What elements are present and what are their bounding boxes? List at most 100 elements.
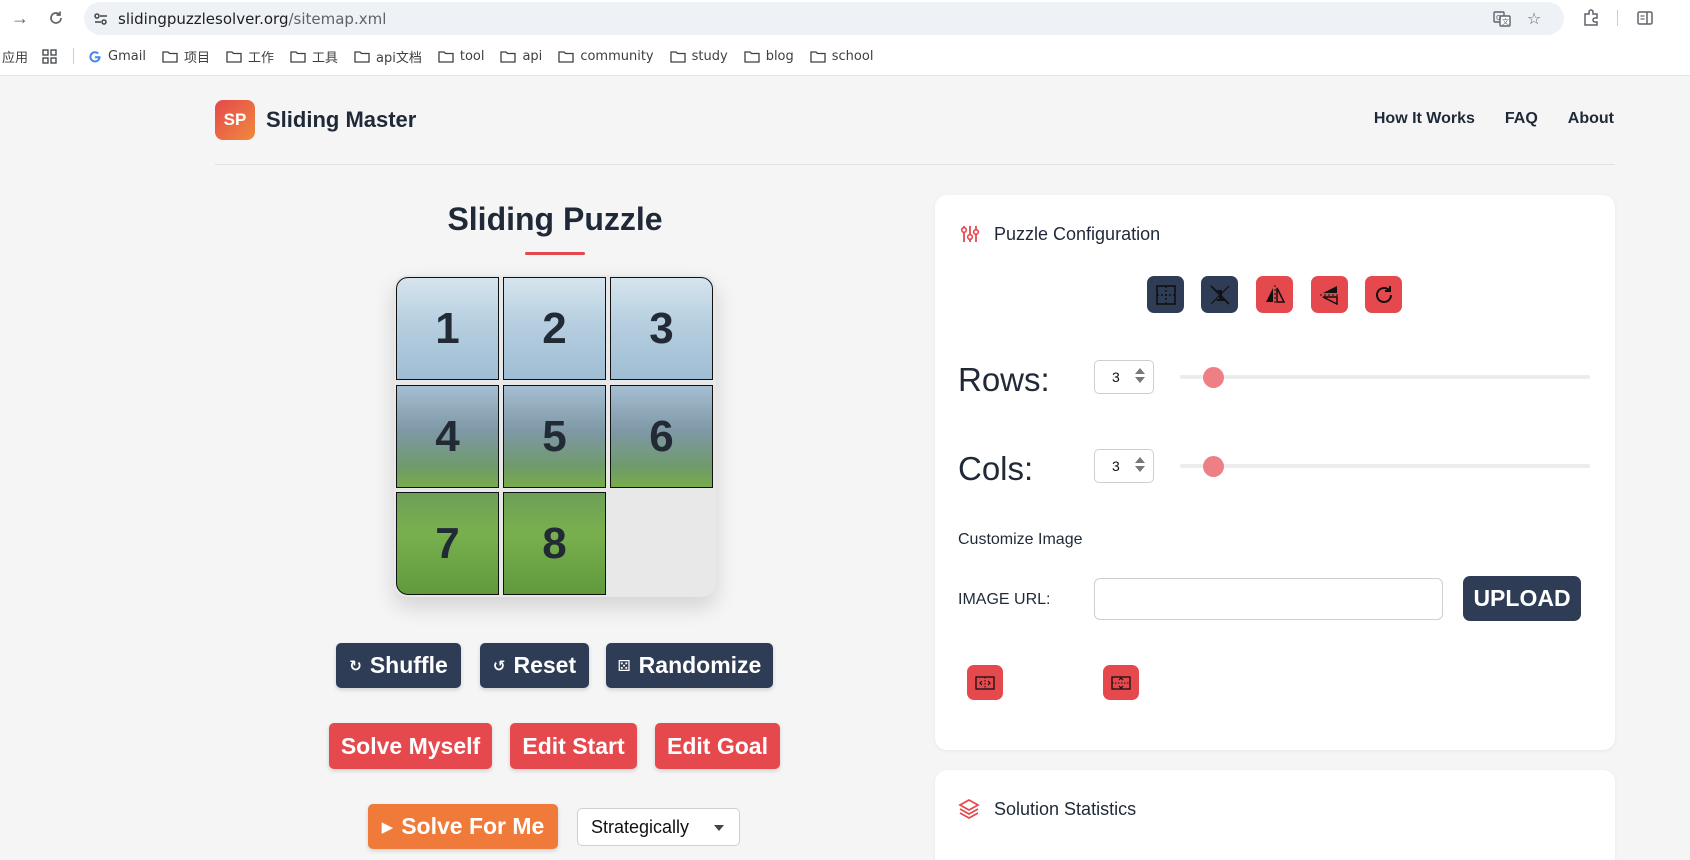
extensions-icon[interactable] — [1580, 7, 1602, 29]
folder-icon — [810, 50, 826, 63]
upload-button[interactable]: UPLOAD — [1463, 576, 1581, 621]
sliders-icon — [960, 224, 980, 249]
bookmark-label: blog — [765, 48, 794, 64]
bookmark-label: study — [691, 48, 728, 64]
flip-horizontal-icon — [1265, 284, 1285, 305]
bookmark-label: Gmail — [108, 48, 146, 64]
config-title: Puzzle Configuration — [994, 224, 1161, 244]
rows-slider[interactable] — [1180, 367, 1590, 388]
image-url-input[interactable] — [1094, 578, 1443, 620]
bookmark-folder[interactable]: school — [810, 48, 874, 64]
bookmark-folder[interactable]: api文档 — [354, 47, 422, 66]
grid-toggle-button[interactable] — [1147, 276, 1184, 313]
rotate-button[interactable] — [1365, 276, 1402, 313]
bookmark-gmail[interactable]: Gmail — [88, 49, 146, 64]
forward-icon[interactable]: → — [8, 6, 32, 30]
bookmark-folder[interactable]: tool — [438, 49, 484, 64]
puzzle-tile[interactable]: 1 — [396, 277, 499, 380]
shuffle-label: Shuffle — [369, 652, 448, 678]
folder-icon — [354, 50, 370, 63]
bookmark-label: 应用 — [2, 50, 29, 66]
stepper-arrows-icon[interactable] — [1135, 457, 1145, 472]
url-text[interactable]: slidingpuzzlesolver.org/sitemap.xml — [118, 10, 386, 28]
bookmark-apps[interactable]: 应用 — [2, 47, 28, 66]
url-domain: slidingpuzzlesolver.org — [118, 10, 289, 28]
address-bar[interactable]: slidingpuzzlesolver.org/sitemap.xml G文 ☆ — [84, 2, 1564, 35]
side-panel-icon[interactable] — [1634, 7, 1656, 29]
bookmark-label: 工作 — [247, 50, 274, 66]
rows-label: Rows: — [958, 361, 1050, 398]
flip-horizontal-button[interactable] — [1256, 276, 1293, 313]
rows-value: 3 — [1112, 369, 1120, 385]
reload-icon[interactable] — [44, 6, 68, 30]
puzzle-tile[interactable]: 4 — [396, 385, 499, 488]
reset-button[interactable]: ↺ Reset — [480, 643, 589, 688]
bookmark-label: school — [831, 48, 874, 64]
solve-myself-button[interactable]: Solve Myself — [329, 723, 492, 769]
dice-icon: ⚄ — [617, 657, 631, 675]
folder-icon — [744, 50, 760, 63]
bookmark-folder[interactable]: 项目 — [162, 47, 210, 66]
puzzle-tile[interactable]: 2 — [503, 277, 606, 380]
bookmark-folder[interactable]: 工具 — [290, 47, 338, 66]
nav-how-it-works[interactable]: How It Works — [1374, 110, 1475, 128]
puzzle-tile[interactable]: 3 — [610, 277, 713, 380]
puzzle-board: 1 2 3 4 5 6 7 8 — [394, 275, 716, 597]
bookmark-folder[interactable]: api — [500, 49, 542, 64]
bookmark-divider — [73, 48, 75, 64]
cols-value: 3 — [1112, 458, 1120, 474]
cols-slider[interactable] — [1180, 456, 1590, 477]
randomize-button[interactable]: ⚄ Randomize — [606, 643, 773, 688]
hide-numbers-button[interactable]: 1 — [1201, 276, 1238, 313]
nav-faq[interactable]: FAQ — [1505, 110, 1538, 128]
bookmark-grid[interactable] — [42, 48, 57, 64]
strategy-selected-value: Strategically — [591, 816, 690, 837]
bookmark-star-icon[interactable]: ☆ — [1524, 9, 1544, 29]
solve-for-me-button[interactable]: ▶ Solve For Me — [368, 804, 558, 849]
reset-icon: ↺ — [492, 657, 506, 675]
cols-stepper[interactable]: 3 — [1094, 449, 1154, 483]
bookmark-folder[interactable]: community — [558, 48, 654, 64]
puzzle-title: Sliding Puzzle — [447, 201, 663, 237]
site-logo[interactable]: SP — [215, 100, 255, 140]
puzzle-tile[interactable]: 8 — [503, 492, 606, 595]
google-icon — [89, 51, 101, 63]
shuffle-icon: ↻ — [349, 657, 362, 675]
chevron-down-icon — [714, 825, 724, 831]
stepper-arrows-icon[interactable] — [1135, 368, 1145, 383]
translate-icon[interactable]: G文 — [1492, 9, 1512, 29]
rows-slider-thumb[interactable] — [1203, 367, 1224, 388]
folder-icon — [500, 50, 517, 63]
cols-slider-thumb[interactable] — [1203, 456, 1224, 477]
statistics-title: Solution Statistics — [994, 799, 1137, 819]
site-settings-icon[interactable] — [92, 10, 110, 33]
bookmark-label: community — [580, 48, 654, 64]
bookmark-folder[interactable]: blog — [744, 49, 794, 64]
play-icon: ▶ — [381, 818, 394, 836]
shuffle-button[interactable]: ↻ Shuffle — [336, 643, 461, 688]
strategy-select[interactable]: Strategically — [577, 808, 740, 846]
folder-icon — [669, 50, 686, 63]
flip-vertical-button[interactable] — [1311, 276, 1348, 313]
puzzle-tile[interactable]: 6 — [610, 385, 713, 488]
split-horizontal-button[interactable] — [1103, 665, 1139, 700]
randomize-label: Randomize — [638, 652, 762, 678]
url-path: /sitemap.xml — [288, 10, 387, 28]
split-vertical-button[interactable] — [967, 665, 1003, 700]
puzzle-tile[interactable]: 5 — [503, 385, 606, 488]
rows-stepper[interactable]: 3 — [1094, 360, 1154, 394]
edit-start-button[interactable]: Edit Start — [510, 723, 637, 769]
brand-name[interactable]: Sliding Master — [266, 107, 416, 133]
edit-goal-button[interactable]: Edit Goal — [655, 723, 780, 769]
nav-about[interactable]: About — [1568, 110, 1614, 128]
split-vertical-icon — [975, 675, 995, 690]
customize-image-label: Customize Image — [958, 531, 1083, 548]
image-url-label: IMAGE URL: — [958, 591, 1051, 608]
puzzle-tile[interactable]: 7 — [396, 492, 499, 595]
bookmark-label: 项目 — [183, 50, 210, 66]
empty-slot[interactable] — [610, 492, 713, 595]
grid-icon — [1155, 284, 1176, 305]
bookmark-label: api文档 — [376, 50, 422, 66]
bookmark-folder[interactable]: 工作 — [226, 47, 274, 66]
bookmark-folder[interactable]: study — [669, 48, 728, 64]
